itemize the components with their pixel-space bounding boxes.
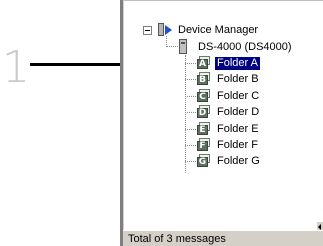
status-text: Total of 3 messages [128, 233, 226, 245]
folder-letter: B [199, 75, 206, 85]
status-bar: Total of 3 messages [123, 230, 323, 246]
tree-connector [166, 46, 178, 47]
tree-connector [185, 55, 186, 173]
scroll-left-icon[interactable] [316, 222, 323, 230]
device-manager-icon [158, 23, 174, 37]
folder-letter: C [199, 92, 206, 102]
folder-letter: D [198, 108, 207, 118]
folder-icon: D [197, 105, 211, 118]
tree-item-device-manager[interactable]: Device Manager [178, 24, 258, 37]
folder-icon: G [197, 154, 211, 167]
folder-letter: A [199, 59, 206, 69]
folder-icon: E [197, 122, 211, 135]
folder-icon: A [197, 56, 211, 69]
recorder-icon [179, 39, 187, 54]
tree-item-folder[interactable]: Folder E [217, 123, 259, 136]
folder-icon: F [197, 138, 211, 151]
tree-item-folder[interactable]: Folder A [215, 57, 260, 70]
tree-item-folder[interactable]: Folder C [217, 90, 259, 103]
tree-item-folder[interactable]: Folder D [217, 106, 259, 119]
tree-item-folder[interactable]: Folder G [217, 155, 260, 168]
tree-item-device[interactable]: DS-4000 (DS4000) [198, 41, 292, 54]
folder-letter: F [199, 141, 206, 151]
tree-item-folder[interactable]: Folder F [217, 139, 258, 152]
folder-icon: C [197, 89, 211, 102]
collapse-toggle-icon[interactable] [143, 26, 152, 35]
folder-letter: E [199, 125, 206, 135]
step-number: 1 [2, 42, 30, 93]
tree-item-folder[interactable]: Folder B [217, 73, 259, 86]
folder-letter: G [198, 157, 207, 167]
folder-icon: B [197, 72, 211, 85]
